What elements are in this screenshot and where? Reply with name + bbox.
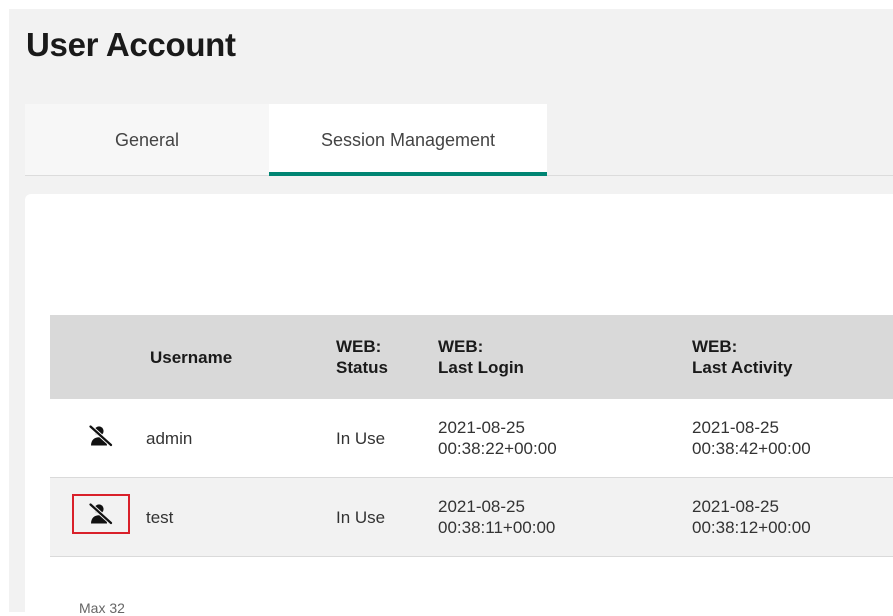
page-title: User Account [26, 26, 236, 63]
column-header-username[interactable]: Username [150, 347, 232, 368]
cell-last-login: 2021-08-25 00:38:11+00:00 [438, 497, 556, 537]
tab-general[interactable]: General [25, 104, 269, 176]
column-header-last-login[interactable]: WEB: Last Login [438, 336, 524, 378]
cell-status: In Use [336, 429, 386, 448]
cell-last-login: 2021-08-25 00:38:22+00:00 [438, 418, 557, 458]
cell-status: In Use [336, 508, 386, 527]
table-row: admin In Use 2021-08-25 00:38:22+00:00 2… [50, 399, 893, 478]
tab-session-management[interactable]: Session Management [269, 104, 547, 176]
user-slash-icon [89, 425, 113, 447]
user-slash-icon [89, 503, 113, 525]
logout-session-button[interactable] [72, 494, 130, 534]
table-header: Username WEB: Status WEB: Last Login WEB… [50, 315, 893, 399]
session-card: Username WEB: Status WEB: Last Login WEB… [25, 194, 893, 616]
tab-bar: General Session Management [25, 104, 893, 176]
session-table: Username WEB: Status WEB: Last Login WEB… [50, 315, 893, 557]
cell-username: test [146, 508, 174, 527]
max-sessions-note: Max 32 [79, 600, 125, 616]
column-header-last-activity[interactable]: WEB: Last Activity [692, 336, 792, 378]
cell-last-activity: 2021-08-25 00:38:42+00:00 [692, 418, 811, 458]
table-row: test In Use 2021-08-25 00:38:11+00:00 20… [50, 478, 893, 557]
cell-last-activity: 2021-08-25 00:38:12+00:00 [692, 497, 811, 537]
page-background: User Account General Session Management … [9, 9, 893, 616]
column-header-web-status[interactable]: WEB: Status [336, 336, 388, 378]
logout-session-button[interactable] [72, 416, 130, 456]
cell-username: admin [146, 429, 193, 448]
